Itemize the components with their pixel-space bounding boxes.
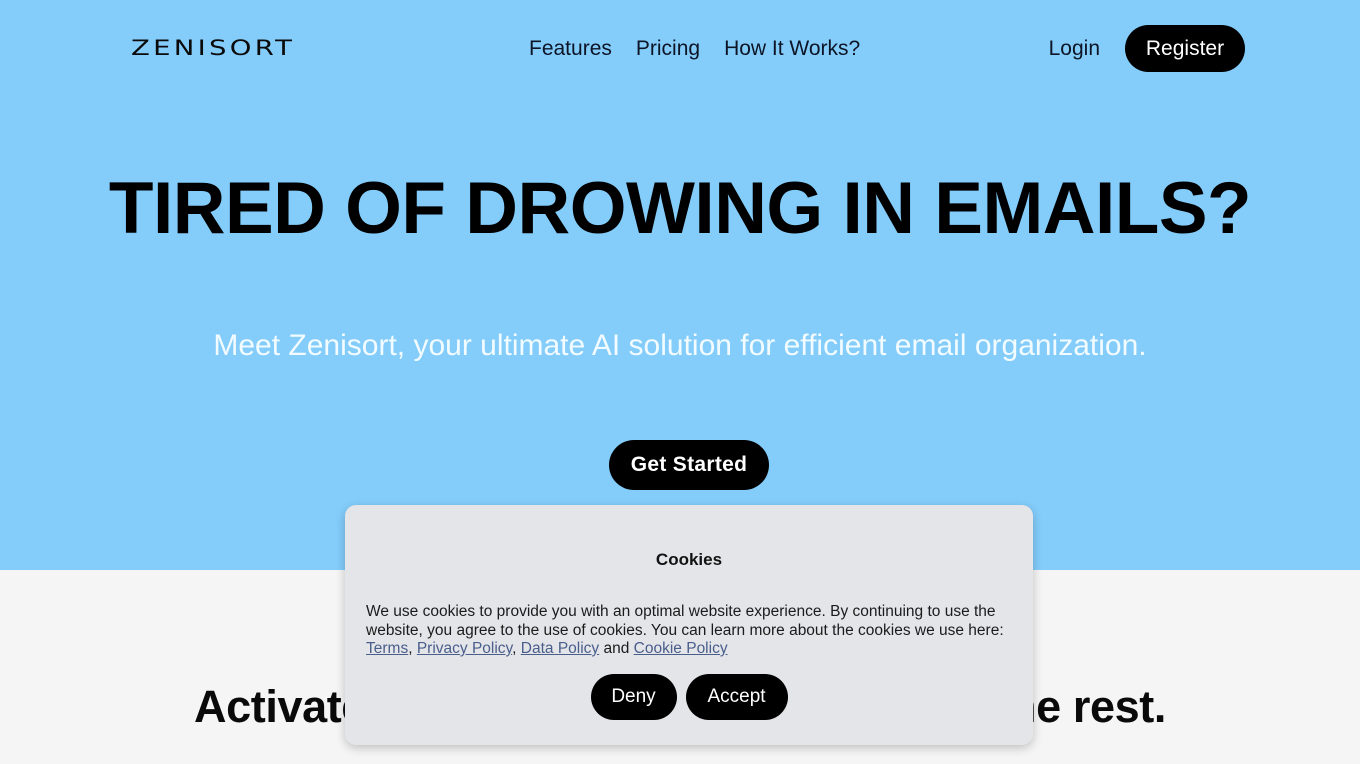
- data-policy-link[interactable]: Data Policy: [521, 640, 599, 657]
- cookie-body-text: We use cookies to provide you with an op…: [366, 603, 1004, 639]
- cookie-policy-link[interactable]: Cookie Policy: [634, 640, 728, 657]
- cookie-dialog-title: Cookies: [655, 550, 723, 569]
- cookie-separator-1: ,: [408, 640, 417, 657]
- get-started-button[interactable]: Get Started: [609, 440, 769, 490]
- accept-cookies-button[interactable]: Accept: [685, 674, 788, 720]
- hero-subheadline: Meet Zenisort, your ultimate AI solution…: [213, 329, 1147, 362]
- login-link[interactable]: Login: [1049, 33, 1100, 64]
- cookie-consent-dialog: Cookies We use cookies to provide you wi…: [345, 505, 1033, 745]
- cookie-separator-2: ,: [512, 640, 521, 657]
- brand-logo[interactable]: ZENISORT: [131, 36, 295, 60]
- cookie-separator-3: and: [599, 640, 634, 657]
- deny-cookies-button[interactable]: Deny: [590, 674, 677, 720]
- terms-link[interactable]: Terms: [366, 640, 408, 657]
- privacy-policy-link[interactable]: Privacy Policy: [417, 640, 512, 657]
- top-navbar: ZENISORT Features Pricing How It Works? …: [0, 0, 1360, 97]
- nav-links: Features Pricing How It Works?: [529, 33, 860, 64]
- hero-headline: TIRED OF DROWING IN EMAILS?: [108, 168, 1252, 249]
- page-root: ZENISORT Features Pricing How It Works? …: [0, 0, 1360, 764]
- register-button[interactable]: Register: [1125, 25, 1245, 72]
- cookie-dialog-actions: Deny Accept: [345, 674, 1033, 720]
- nav-link-how-it-works[interactable]: How It Works?: [724, 33, 860, 64]
- nav-link-pricing[interactable]: Pricing: [636, 33, 700, 64]
- nav-auth-group: Login Register: [1049, 25, 1245, 72]
- nav-link-features[interactable]: Features: [529, 33, 612, 64]
- cookie-dialog-body: We use cookies to provide you with an op…: [366, 603, 1012, 659]
- hero-section: ZENISORT Features Pricing How It Works? …: [0, 0, 1360, 570]
